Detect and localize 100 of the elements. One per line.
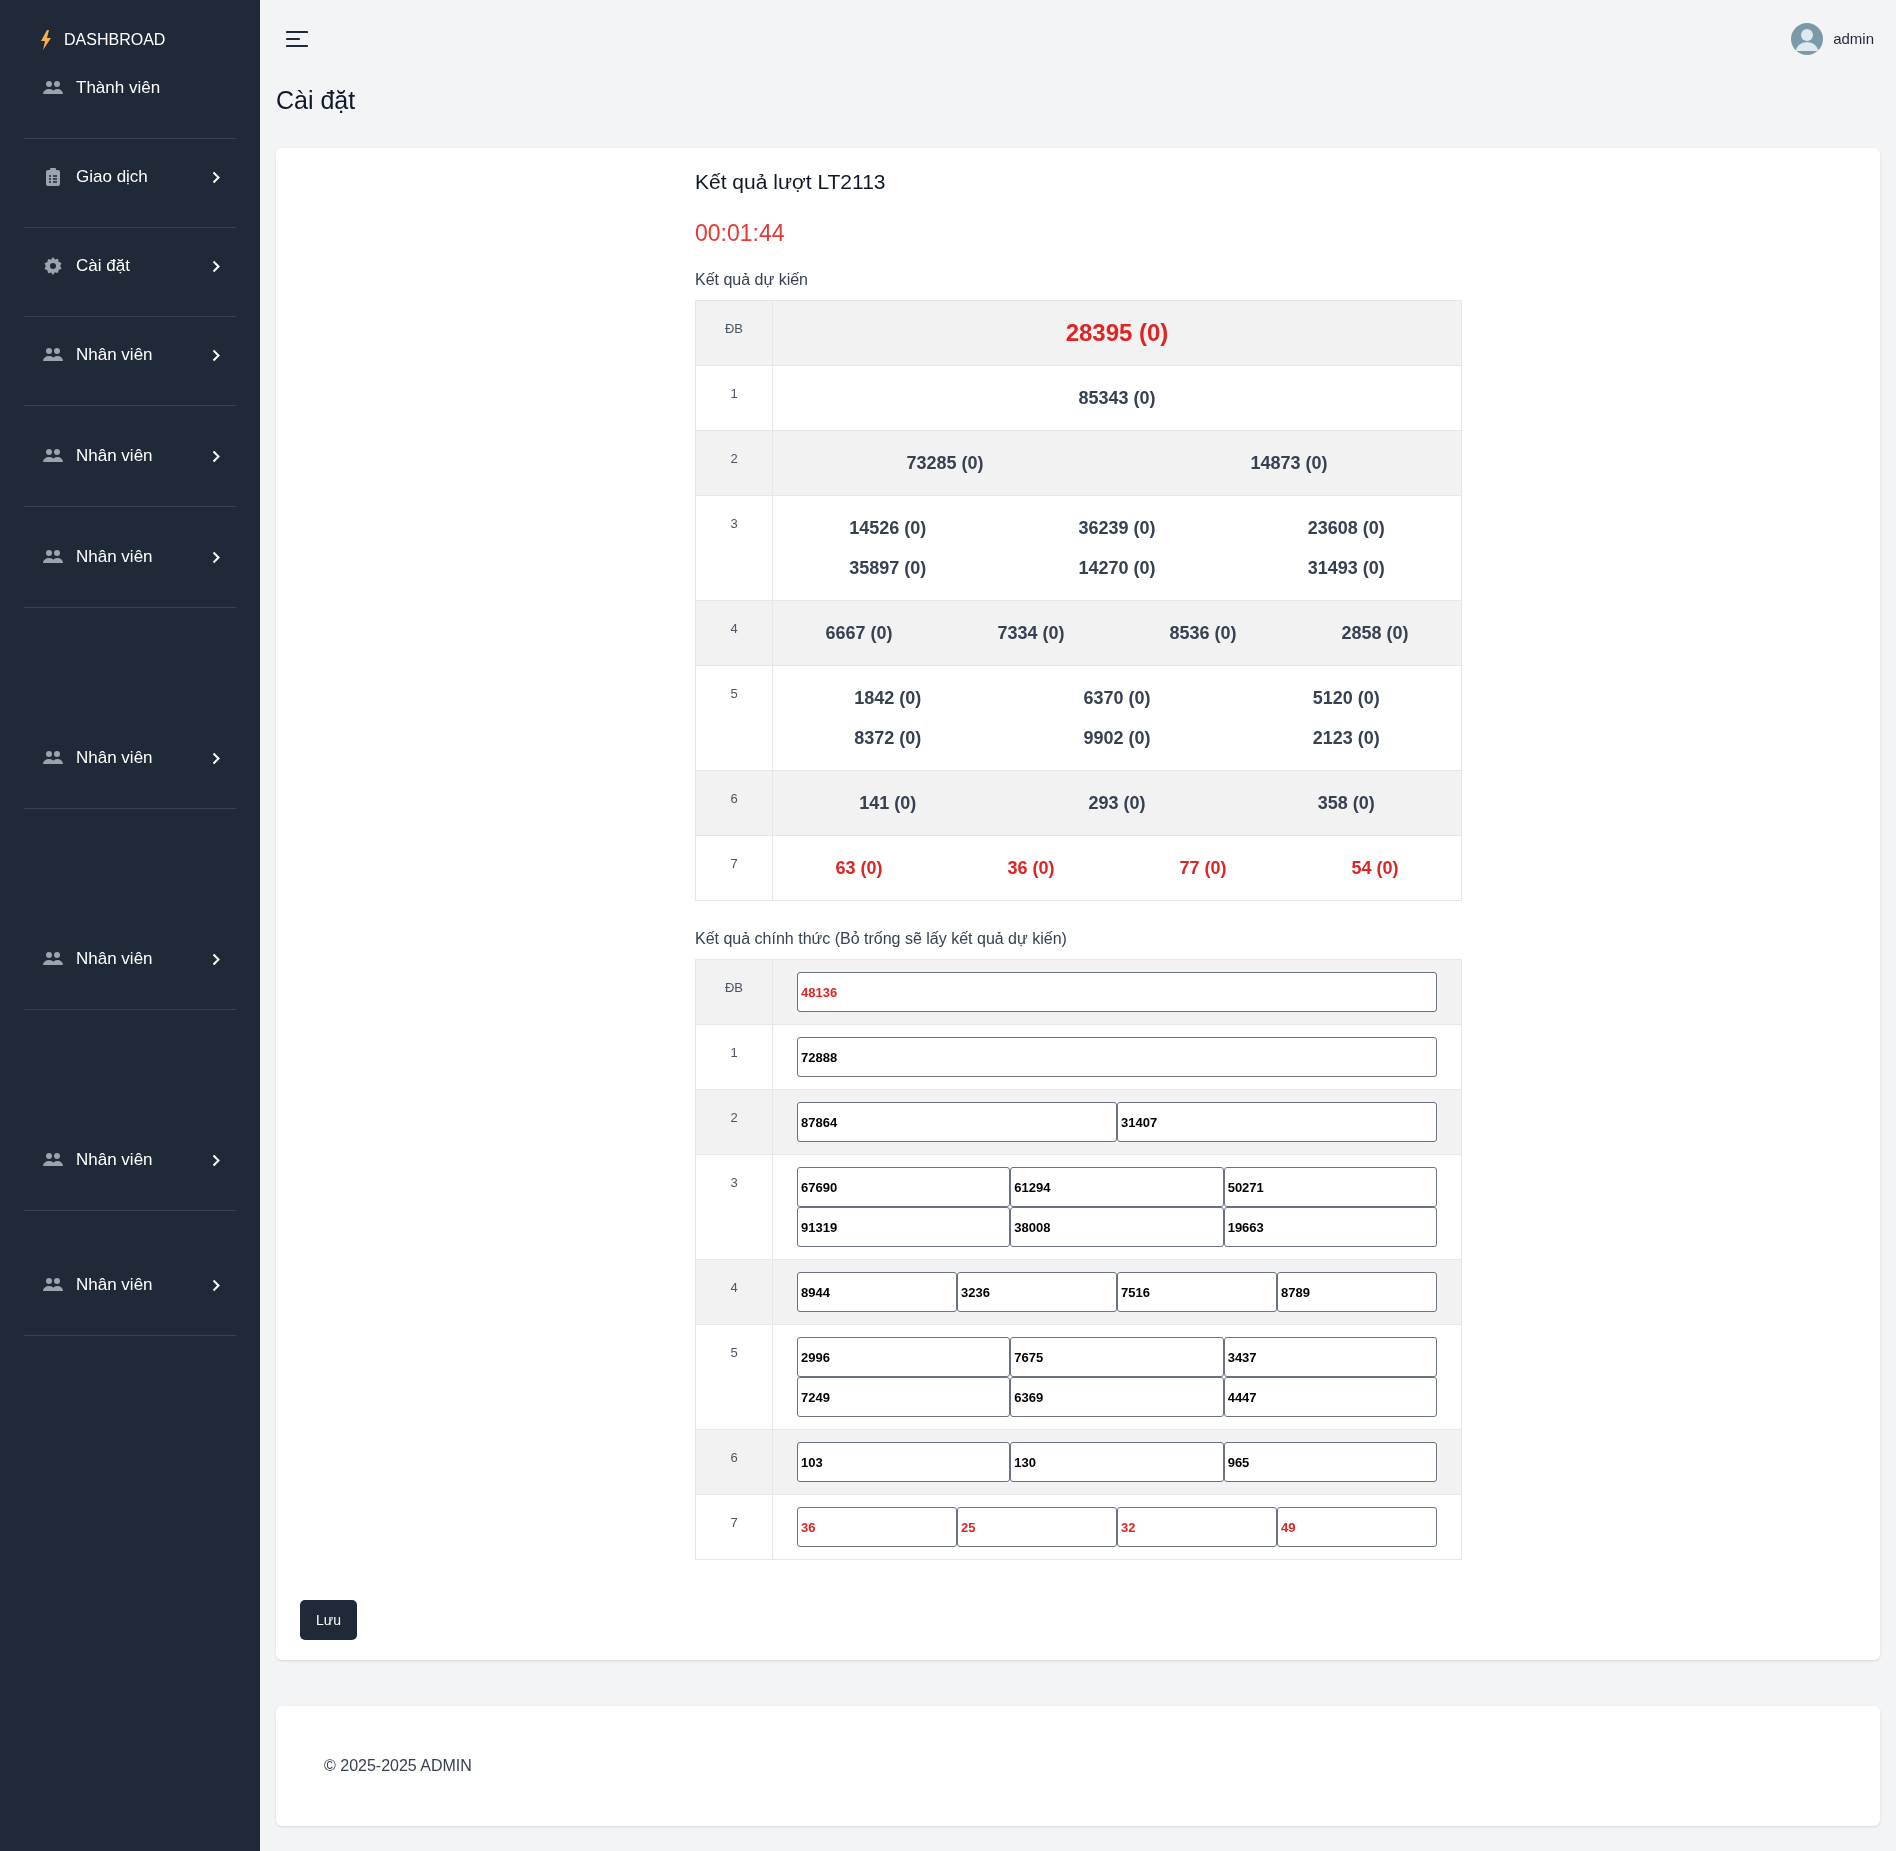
- copyright-text: © 2025-2025 ADMIN: [324, 1756, 472, 1776]
- result-number: 14873 (0): [1250, 451, 1328, 475]
- countdown-timer: 00:01:44: [695, 219, 786, 246]
- result-number: 31493 (0): [1307, 556, 1385, 580]
- chevron-right-icon: [212, 348, 220, 362]
- chevron-right-icon: [212, 751, 220, 765]
- result-input[interactable]: 91319: [797, 1207, 1011, 1247]
- result-number: 8372 (0): [854, 726, 922, 750]
- sidebar-item[interactable]: Nhân viên: [24, 339, 236, 371]
- result-input[interactable]: 38008: [1010, 1207, 1224, 1247]
- prize-label: 1: [730, 385, 738, 400]
- sidebar-item[interactable]: Nhân viên: [24, 440, 236, 472]
- result-number: 6667 (0): [825, 621, 893, 645]
- prize-label: 5: [730, 1344, 738, 1359]
- user-name[interactable]: admin: [1833, 27, 1874, 51]
- result-input[interactable]: 130: [1010, 1442, 1224, 1482]
- prize-label: ĐB: [724, 320, 744, 335]
- result-number: 2858 (0): [1341, 621, 1409, 645]
- result-input[interactable]: 7675: [1010, 1337, 1224, 1377]
- save-button[interactable]: Lưu: [300, 1600, 357, 1640]
- prize-label: 3: [730, 1174, 738, 1189]
- result-input[interactable]: 32: [1117, 1507, 1277, 1547]
- prize-label: 7: [730, 855, 738, 870]
- result-input[interactable]: 72888: [797, 1037, 1437, 1077]
- chevron-right-icon: [212, 1153, 220, 1167]
- result-input[interactable]: 25: [957, 1507, 1117, 1547]
- prize-label: ĐB: [724, 979, 744, 994]
- result-number: 23608 (0): [1307, 516, 1385, 540]
- result-number: 14526 (0): [849, 516, 927, 540]
- sidebar-item[interactable]: Giao dịch: [24, 161, 236, 193]
- brand-name: DASHBROAD: [64, 30, 166, 50]
- prize-label: 3: [730, 515, 738, 530]
- result-input[interactable]: 2996: [797, 1337, 1011, 1377]
- menu-icon[interactable]: [286, 30, 308, 48]
- result-number: 5120 (0): [1312, 686, 1380, 710]
- result-input[interactable]: 31407: [1117, 1102, 1437, 1142]
- result-number: 293 (0): [1088, 791, 1146, 815]
- result-number: 36239 (0): [1078, 516, 1156, 540]
- prize-label: 4: [730, 1279, 738, 1294]
- result-input[interactable]: 87864: [797, 1102, 1117, 1142]
- result-number: 28395 (0): [1065, 318, 1169, 348]
- result-input[interactable]: 7516: [1117, 1272, 1277, 1312]
- chevron-right-icon: [212, 449, 220, 463]
- result-input[interactable]: 36: [797, 1507, 957, 1547]
- result-input[interactable]: 6369: [1010, 1377, 1224, 1417]
- sidebar-item[interactable]: Cài đặt: [24, 250, 236, 282]
- sidebar-item[interactable]: Nhân viên: [24, 943, 236, 975]
- prize-label: 1: [730, 1044, 738, 1059]
- result-number: 77 (0): [1179, 856, 1227, 880]
- clipboard-icon: [46, 168, 60, 186]
- users-icon: [43, 80, 63, 96]
- chevron-right-icon: [212, 1278, 220, 1292]
- chevron-right-icon: [212, 952, 220, 966]
- chevron-right-icon: [212, 259, 220, 273]
- result-number: 358 (0): [1317, 791, 1375, 815]
- sidebar-item[interactable]: Thành viên: [24, 72, 236, 104]
- result-input[interactable]: 3236: [957, 1272, 1117, 1312]
- avatar[interactable]: [1791, 23, 1824, 55]
- result-input[interactable]: 8944: [797, 1272, 957, 1312]
- result-number: 1842 (0): [854, 686, 922, 710]
- result-input[interactable]: 50271: [1223, 1167, 1437, 1207]
- result-input[interactable]: 7249: [797, 1377, 1011, 1417]
- sidebar-item[interactable]: Nhân viên: [24, 742, 236, 774]
- round-title: Kết quả lượt LT2113: [695, 169, 887, 195]
- prize-label: 4: [730, 620, 738, 635]
- prize-label: 2: [730, 1109, 738, 1124]
- result-number: 35897 (0): [849, 556, 927, 580]
- users-icon: [43, 750, 63, 766]
- prize-label: 2: [730, 450, 738, 465]
- users-icon: [43, 951, 63, 967]
- result-number: 6370 (0): [1083, 686, 1151, 710]
- result-input[interactable]: 48136: [797, 972, 1437, 1012]
- result-input[interactable]: 49: [1277, 1507, 1437, 1547]
- section-label: Kết quả dự kiến: [695, 270, 809, 290]
- result-number: 8536 (0): [1169, 621, 1237, 645]
- result-input[interactable]: 67690: [797, 1167, 1011, 1207]
- result-input[interactable]: 4447: [1223, 1377, 1437, 1417]
- sidebar-item[interactable]: Nhân viên: [24, 541, 236, 573]
- result-number: 7334 (0): [997, 621, 1065, 645]
- section-label: Kết quả chính thức (Bỏ trống sẽ lấy kết quả dự kiến): [695, 929, 1068, 949]
- result-number: 63 (0): [835, 856, 883, 880]
- chevron-right-icon: [212, 170, 220, 184]
- result-number: 73285 (0): [906, 451, 984, 475]
- result-number: 14270 (0): [1078, 556, 1156, 580]
- result-input[interactable]: 8789: [1277, 1272, 1437, 1312]
- page-title: Cài đặt: [276, 85, 357, 116]
- result-input[interactable]: 3437: [1223, 1337, 1437, 1377]
- sidebar-item[interactable]: Nhân viên: [24, 1144, 236, 1176]
- users-icon: [43, 448, 63, 464]
- sidebar-item[interactable]: Nhân viên: [24, 1269, 236, 1301]
- result-input[interactable]: 19663: [1223, 1207, 1437, 1247]
- users-icon: [43, 1152, 63, 1168]
- result-input[interactable]: 103: [797, 1442, 1011, 1482]
- result-number: 141 (0): [859, 791, 917, 815]
- prize-label: 5: [730, 685, 738, 700]
- settings-icon: [44, 257, 62, 275]
- result-number: 54 (0): [1351, 856, 1399, 880]
- prize-label: 6: [730, 1449, 738, 1464]
- result-input[interactable]: 965: [1223, 1442, 1437, 1482]
- result-input[interactable]: 61294: [1010, 1167, 1224, 1207]
